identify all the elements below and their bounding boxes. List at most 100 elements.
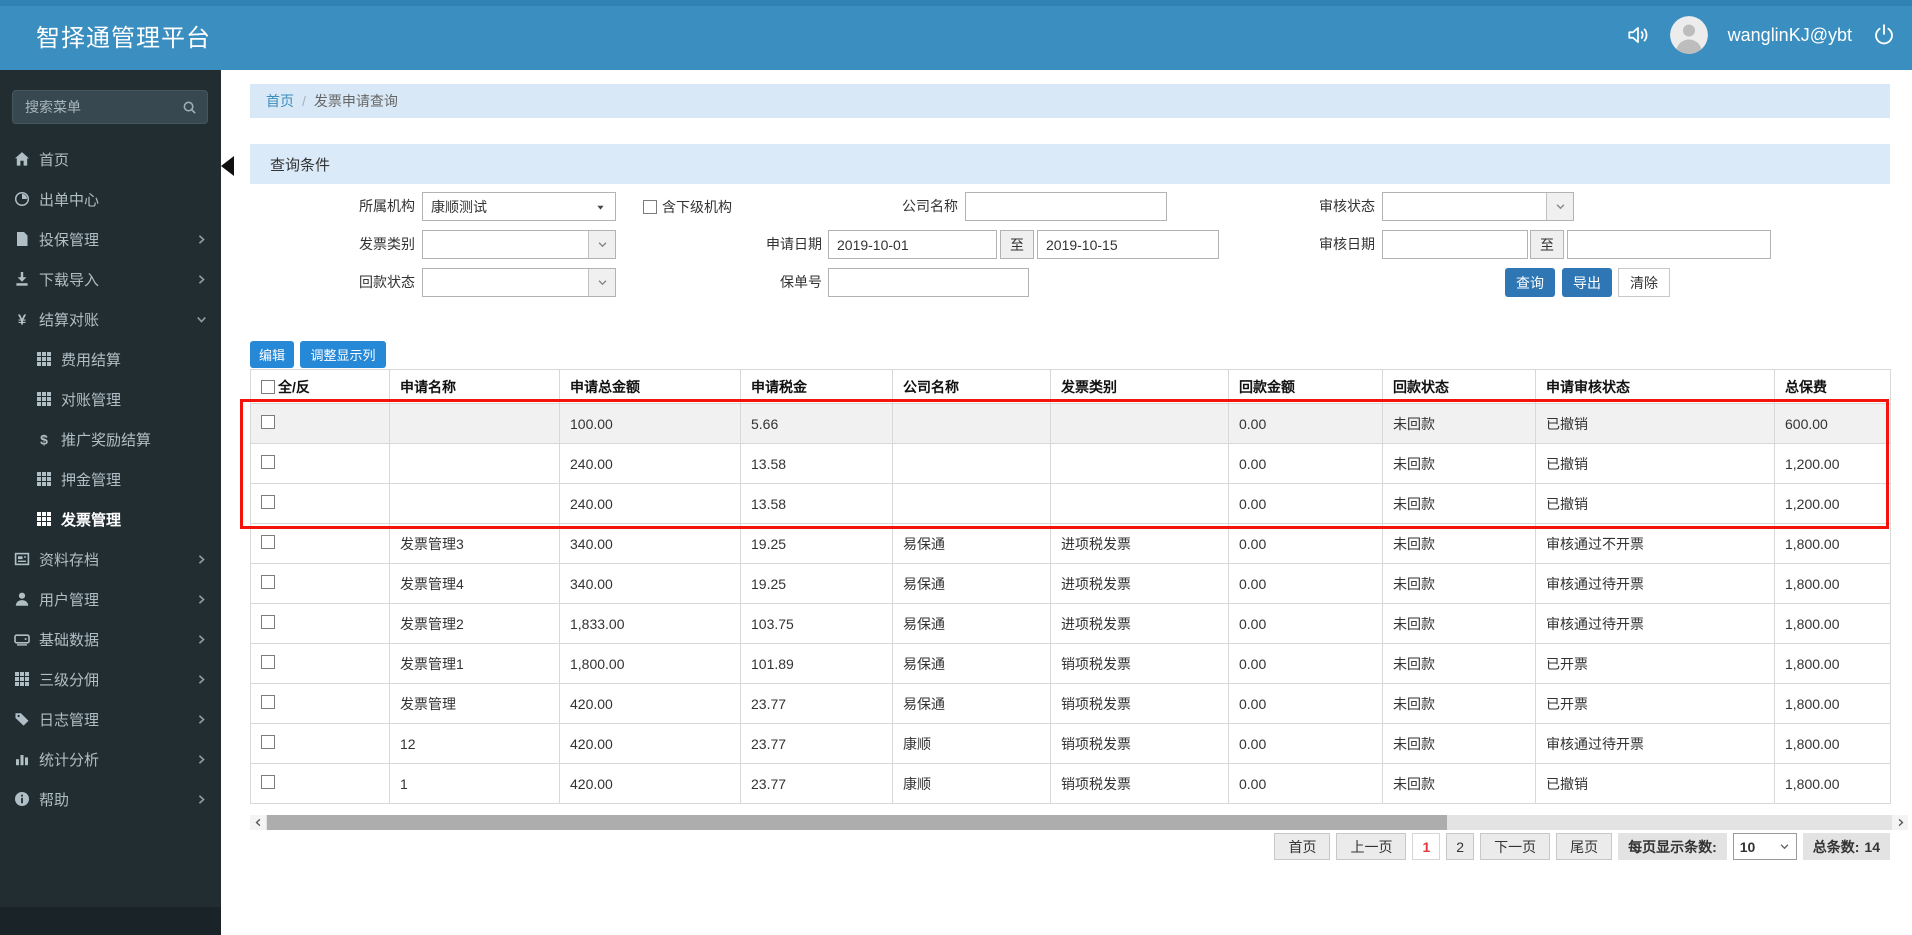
pagination-bar: 首页 上一页 1 2 下一页 尾页 每页显示条数: 10 总条数: 14 — [250, 833, 1890, 860]
cell-tax: 23.77 — [740, 763, 893, 804]
sidebar-item-label: 统计分析 — [39, 751, 100, 769]
pager-last-button[interactable]: 尾页 — [1556, 833, 1613, 860]
row-checkbox[interactable] — [261, 615, 275, 629]
sidebar-item-reconciliation[interactable]: 对账管理 — [0, 379, 221, 419]
top-header: 智择通管理平台 wanglinKJ@ybt — [0, 0, 1912, 70]
column-header: 公司名称 — [892, 369, 1051, 404]
cell-select — [250, 403, 390, 444]
company-input[interactable] — [965, 192, 1167, 221]
audit-date-from-input[interactable] — [1382, 230, 1528, 259]
horizontal-scrollbar[interactable] — [250, 815, 1908, 830]
cell-refund_amount: 0.00 — [1228, 523, 1383, 564]
include-sub-checkbox[interactable]: 含下级机构 — [643, 192, 732, 221]
audit-status-select[interactable] — [1382, 192, 1574, 221]
cell-name: 发票管理4 — [389, 563, 560, 604]
grid-icon — [36, 471, 52, 487]
cell-company — [892, 483, 1051, 524]
column-header: 申请审核状态 — [1535, 369, 1775, 404]
apply-date-from-input[interactable]: 2019-10-01 — [828, 230, 997, 259]
row-checkbox[interactable] — [261, 775, 275, 789]
chevron-right-icon — [196, 234, 207, 245]
policy-no-input[interactable] — [828, 268, 1029, 297]
breadcrumb-home-link[interactable]: 首页 — [266, 91, 294, 111]
checkbox-icon[interactable] — [643, 199, 657, 214]
sidebar-item-policy-mgmt[interactable]: 投保管理 — [0, 219, 221, 259]
search-input[interactable] — [23, 98, 182, 116]
chevron-right-icon — [196, 634, 207, 645]
pager-next-button[interactable]: 下一页 — [1480, 833, 1551, 860]
org-select[interactable]: 康顺测试 — [422, 192, 616, 221]
sidebar-item-stats-analysis[interactable]: 统计分析 — [0, 739, 221, 779]
sidebar-item-promo-reward[interactable]: $ 推广奖励结算 — [0, 419, 221, 459]
filter-form: 所属机构 康顺测试 含下级机构 公司名称 审核状态 发票类别 申请日期 2019… — [250, 184, 1890, 317]
clear-button[interactable]: 清除 — [1618, 268, 1670, 297]
sidebar-item-label: 基础数据 — [39, 631, 100, 649]
scroll-left-icon[interactable] — [250, 815, 266, 830]
row-checkbox[interactable] — [261, 575, 275, 589]
volume-icon[interactable] — [1626, 23, 1650, 47]
row-checkbox[interactable] — [261, 495, 275, 509]
sidebar-search[interactable] — [12, 90, 208, 124]
sidebar-collapse-handle[interactable] — [221, 156, 234, 176]
audit-date-label: 审核日期 — [1319, 236, 1375, 252]
search-icon[interactable] — [182, 100, 197, 115]
cell-premium: 1,200.00 — [1774, 443, 1891, 484]
cell-audit_status: 已撤销 — [1535, 483, 1775, 524]
apply-date-to-input[interactable]: 2019-10-15 — [1037, 230, 1219, 259]
export-button[interactable]: 导出 — [1562, 268, 1612, 297]
pager-prev-button[interactable]: 上一页 — [1336, 833, 1407, 860]
query-button[interactable]: 查询 — [1505, 268, 1555, 297]
edit-button[interactable]: 编辑 — [250, 341, 294, 368]
audit-date-to-input[interactable] — [1567, 230, 1771, 259]
sidebar-item-order-center[interactable]: 出单中心 — [0, 179, 221, 219]
adjust-columns-button[interactable]: 调整显示列 — [300, 341, 386, 368]
row-checkbox[interactable] — [261, 655, 275, 669]
sidebar-item-label: 推广奖励结算 — [61, 431, 152, 449]
select-all-checkbox[interactable] — [261, 379, 275, 394]
pager-page-2[interactable]: 2 — [1446, 833, 1475, 860]
per-page-select[interactable]: 10 — [1732, 833, 1797, 860]
avatar[interactable] — [1669, 16, 1708, 54]
cell-company: 易保通 — [892, 683, 1051, 724]
cell-tax: 19.25 — [740, 563, 893, 604]
scrollbar-thumb[interactable] — [267, 815, 1447, 830]
pager-first-button[interactable]: 首页 — [1274, 833, 1331, 860]
row-checkbox[interactable] — [261, 735, 275, 749]
sidebar-item-settlement[interactable]: ¥ 结算对账 — [0, 299, 221, 339]
sidebar-item-download-import[interactable]: 下载导入 — [0, 259, 221, 299]
org-label: 所属机构 — [359, 198, 415, 214]
sidebar-item-deposit-mgmt[interactable]: 押金管理 — [0, 459, 221, 499]
sidebar-item-three-level-commission[interactable]: 三级分佣 — [0, 659, 221, 699]
scroll-right-icon[interactable] — [1892, 815, 1908, 830]
table-row: 发票管理4 340.00 19.25 易保通 进项税发票 0.00 未回款 审核通过待开票 1,… — [250, 563, 1891, 604]
row-checkbox[interactable] — [261, 455, 275, 469]
sidebar-item-user-mgmt[interactable]: 用户管理 — [0, 579, 221, 619]
apply-date-label: 申请日期 — [766, 236, 822, 252]
app-window: 智择通管理平台 wanglinKJ@ybt 首页出单中心投保管理下载导入¥结算对… — [0, 0, 1912, 935]
filter-panel: 查询条件 所属机构 康顺测试 含下级机构 公司名称 审核状态 发票类别 申请日期… — [250, 144, 1890, 317]
sidebar-item-help[interactable]: 帮助 — [0, 779, 221, 819]
pager-page-1[interactable]: 1 — [1412, 833, 1441, 860]
cell-premium: 1,800.00 — [1774, 563, 1891, 604]
sidebar-item-log-mgmt[interactable]: 日志管理 — [0, 699, 221, 739]
row-checkbox[interactable] — [261, 535, 275, 549]
username[interactable]: wanglinKJ@ybt — [1728, 25, 1852, 46]
invoice-type-select[interactable] — [422, 230, 616, 259]
sidebar-item-invoice-mgmt[interactable]: 发票管理 — [0, 499, 221, 539]
cell-select — [250, 723, 390, 764]
cell-audit_status: 已撤销 — [1535, 443, 1775, 484]
power-icon[interactable] — [1872, 23, 1896, 47]
refund-status-select[interactable] — [422, 268, 616, 297]
sidebar-item-label: 结算对账 — [39, 311, 100, 329]
sidebar-item-home[interactable]: 首页 — [0, 139, 221, 179]
sidebar-item-base-data[interactable]: 基础数据 — [0, 619, 221, 659]
chevron-right-icon — [196, 594, 207, 605]
sidebar-item-archive[interactable]: 资料存档 — [0, 539, 221, 579]
cell-type: 销项税发票 — [1050, 643, 1229, 684]
row-checkbox[interactable] — [261, 415, 275, 429]
row-checkbox[interactable] — [261, 695, 275, 709]
company-label: 公司名称 — [902, 198, 958, 214]
sidebar-item-label: 费用结算 — [61, 351, 122, 369]
sidebar-item-fee-settlement[interactable]: 费用结算 — [0, 339, 221, 379]
caret-down-icon — [595, 202, 606, 213]
